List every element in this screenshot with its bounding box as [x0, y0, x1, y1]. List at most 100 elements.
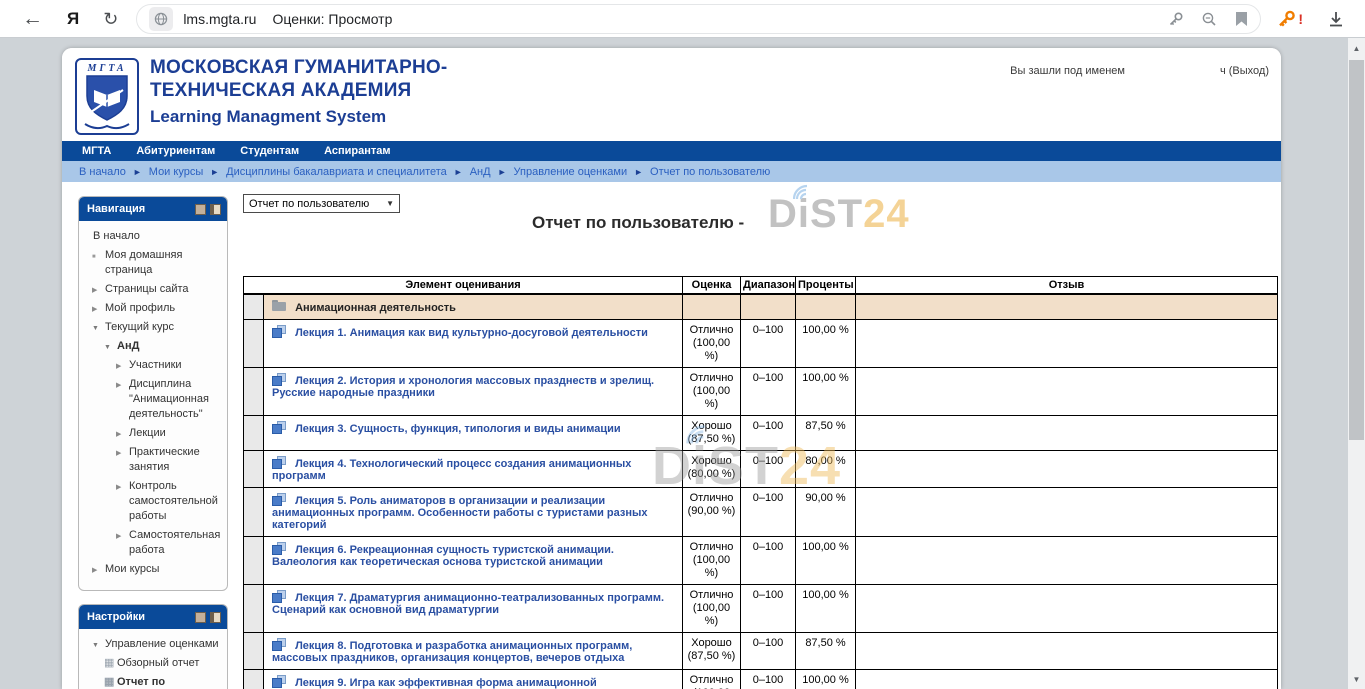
grade-item-link[interactable]: Лекция 3. Сущность, функция, типология и…: [295, 423, 621, 435]
settings-block-header: Настройки: [79, 605, 227, 629]
downloads-icon[interactable]: [1327, 10, 1345, 28]
sidebar-nav-item[interactable]: Текущий курс: [83, 320, 223, 335]
tree-bullet-icon[interactable]: [116, 426, 121, 442]
scroll-up-icon[interactable]: ▲: [1348, 40, 1365, 56]
percent-cell: 100,00 %: [796, 670, 856, 689]
sidebar-nav-item[interactable]: Страницы сайта: [83, 282, 223, 297]
col-header-feedback: Отзыв: [856, 277, 1278, 295]
breadcrumb-link[interactable]: В начало: [79, 166, 126, 178]
indent-cell: [244, 670, 264, 689]
tree-bullet-icon[interactable]: [116, 445, 121, 461]
tree-bullet-icon[interactable]: [92, 282, 97, 298]
tree-bullet-icon[interactable]: [92, 301, 97, 317]
sidebar-settings-item[interactable]: Обзорный отчет: [83, 656, 223, 671]
refresh-icon[interactable]: ↻: [103, 10, 118, 28]
back-icon[interactable]: ←: [22, 8, 43, 29]
logo-text: МГТА: [87, 63, 126, 74]
col-header-percent: Проценты: [796, 277, 856, 295]
breadcrumb-link[interactable]: Дисциплины бакалавриата и специалитета: [203, 166, 447, 178]
yandex-logo-icon[interactable]: Я: [67, 10, 79, 27]
tree-bullet-icon[interactable]: [104, 339, 111, 355]
collapse-block-icon[interactable]: [195, 612, 206, 623]
vertical-scrollbar[interactable]: ▲ ▼: [1348, 38, 1365, 689]
find-on-page-icon[interactable]: [1201, 11, 1218, 27]
sidebar-nav-item[interactable]: Мои курсы: [83, 562, 223, 577]
tree-bullet-icon[interactable]: [92, 248, 96, 265]
sidebar-nav-item[interactable]: Дисциплина "Анимационная деятельность": [83, 377, 223, 422]
main-menu-item[interactable]: Аспирантам: [324, 145, 390, 157]
scrollbar-thumb[interactable]: [1349, 60, 1364, 440]
sidebar-nav-item[interactable]: Самостоятельная работа: [83, 528, 223, 558]
logout-link[interactable]: (Выход): [1229, 65, 1269, 77]
password-key-icon[interactable]: [1168, 11, 1184, 27]
grade-item-link[interactable]: Лекция 7. Драматургия анимационно-театра…: [272, 592, 664, 616]
sidebar-settings-item[interactable]: Отчет по пользователю: [83, 675, 223, 689]
table-row: Лекция 1. Анимация как вид культурно-дос…: [244, 320, 1278, 368]
sidebar-item-label: Практические занятия: [129, 446, 200, 473]
sidebar-nav-item[interactable]: Мой профиль: [83, 301, 223, 316]
tree-bullet-icon[interactable]: [92, 320, 99, 336]
sidebar-settings-item[interactable]: Управление оценками: [83, 637, 223, 652]
globe-icon: [154, 12, 168, 26]
sidebar-nav-item[interactable]: В начало: [83, 229, 223, 244]
tree-bullet-icon[interactable]: [116, 377, 121, 393]
address-bar[interactable]: lms.mgta.ru Оценки: Просмотр: [136, 4, 1261, 34]
login-info: Вы зашли под именемч (Выход): [1010, 65, 1269, 77]
academy-line2: ТЕХНИЧЕСКАЯ АКАДЕМИЯ: [150, 79, 447, 102]
activity-icon: [272, 493, 288, 506]
tree-bullet-icon[interactable]: [116, 479, 121, 495]
sidebar-item-label: Дисциплина "Анимационная деятельность": [129, 378, 209, 420]
collapse-block-icon[interactable]: [195, 204, 206, 215]
sidebar-nav-item[interactable]: Контроль самостоятельной работы: [83, 479, 223, 524]
dock-block-icon[interactable]: [210, 612, 221, 623]
scroll-down-icon[interactable]: ▼: [1348, 671, 1365, 687]
academy-line3: Learning Managment System: [150, 107, 447, 127]
grade-item-link[interactable]: Лекция 4. Технологический процесс создан…: [272, 458, 631, 482]
protect-alert-icon[interactable]: !: [1277, 10, 1303, 28]
grade-cell: Хорошо (80,00 %): [683, 451, 741, 488]
grade-cell: Отлично (90,00 %): [683, 488, 741, 537]
range-cell: 0–100: [741, 416, 796, 451]
sidebar-item-label: Контроль самостоятельной работы: [129, 480, 218, 522]
breadcrumb-link[interactable]: АнД: [447, 166, 491, 178]
grade-item-link[interactable]: Лекция 2. История и хронология массовых …: [272, 375, 654, 399]
sidebar-nav-item[interactable]: Участники: [83, 358, 223, 373]
main-menu-item[interactable]: Студентам: [240, 145, 299, 157]
grade-cell: Отлично (100,00 %): [683, 585, 741, 633]
breadcrumb-link[interactable]: Управление оценками: [491, 166, 628, 178]
sidebar-nav-item[interactable]: Моя домашняя страница: [83, 248, 223, 278]
tree-bullet-icon[interactable]: [116, 358, 121, 374]
tree-bullet-icon[interactable]: [104, 675, 114, 689]
mgta-logo[interactable]: МГТА: [75, 58, 139, 135]
feedback-cell: [856, 633, 1278, 670]
grade-item-link[interactable]: Лекция 9. Игра как эффективная форма ани…: [272, 677, 597, 689]
browser-window: ← Я ↻ lms.mgta.ru Оценки: Просмотр: [0, 0, 1365, 689]
grade-item-link[interactable]: Лекция 6. Рекреационная сущность туристс…: [272, 544, 614, 568]
grade-item-link[interactable]: Лекция 5. Роль аниматоров в организации …: [272, 495, 648, 531]
grade-cell: Отлично (100,00 %): [683, 670, 741, 689]
grade-item-link[interactable]: Лекция 8. Подготовка и разработка анимац…: [272, 640, 632, 664]
breadcrumb-link[interactable]: Мои курсы: [126, 166, 203, 178]
main-menu-item[interactable]: Абитуриентам: [136, 145, 215, 157]
tree-bullet-icon[interactable]: [104, 656, 114, 671]
sidebar-nav-item[interactable]: Лекции: [83, 426, 223, 441]
sidebar-nav-item[interactable]: АнД: [83, 339, 223, 354]
grade-item-link[interactable]: Лекция 1. Анимация как вид культурно-дос…: [295, 327, 648, 339]
table-row: Лекция 6. Рекреационная сущность туристс…: [244, 537, 1278, 585]
sidebar-item-label: Обзорный отчет: [117, 657, 199, 669]
content-layout: Навигация В начало: [62, 182, 1281, 689]
navigation-block-header: Навигация: [79, 197, 227, 221]
sidebar-nav-item[interactable]: Практические занятия: [83, 445, 223, 475]
navigation-block: Навигация В начало: [78, 196, 228, 591]
report-type-select[interactable]: Отчет по пользователю: [243, 194, 400, 213]
main-menu-item[interactable]: МГТА: [82, 145, 111, 157]
report-select-value: Отчет по пользователю: [249, 198, 369, 210]
tree-bullet-icon[interactable]: [116, 528, 121, 544]
url-text[interactable]: lms.mgta.ru: [183, 11, 256, 27]
tree-bullet-icon[interactable]: [92, 637, 99, 653]
bookmark-icon[interactable]: [1235, 11, 1248, 27]
tree-bullet-icon[interactable]: [92, 562, 97, 578]
breadcrumb-link[interactable]: Отчет по пользователю: [627, 166, 770, 178]
dock-block-icon[interactable]: [210, 204, 221, 215]
grade-cell: Хорошо (87,50 %): [683, 416, 741, 451]
